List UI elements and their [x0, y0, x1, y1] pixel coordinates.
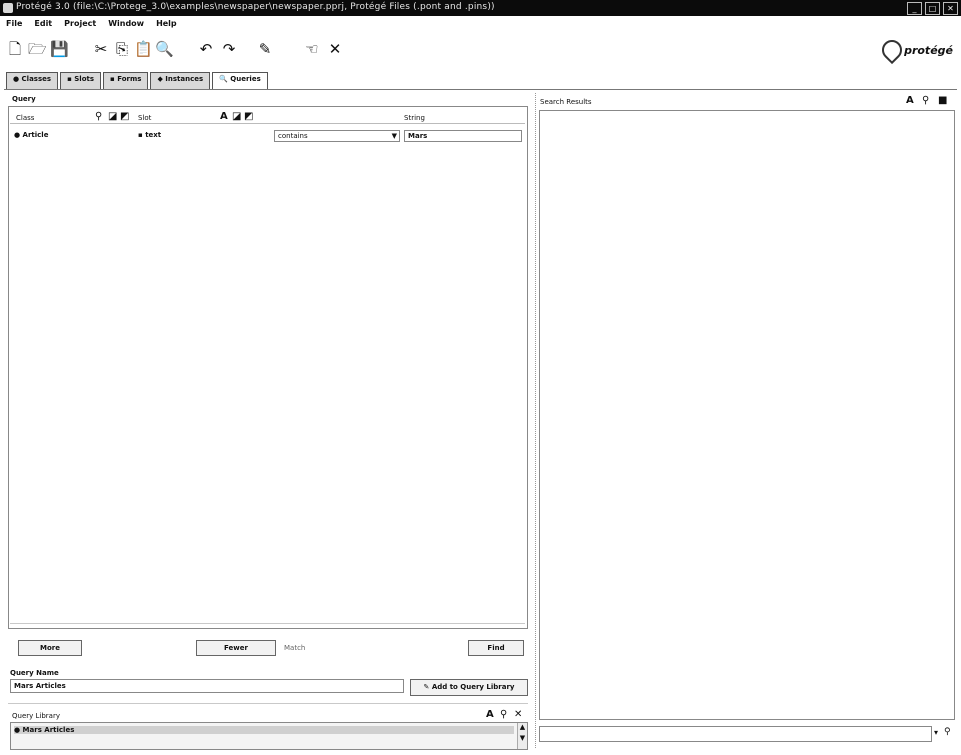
menu-file[interactable]: File: [6, 19, 22, 33]
scroll-down-icon: ▼: [519, 734, 526, 742]
add-slot-icon[interactable]: ◪: [232, 112, 241, 122]
tab-instances[interactable]: ◆ Instances: [150, 72, 211, 89]
protege-logo-text: protégé: [904, 43, 953, 57]
toolbar: 🗋 🗁 💾 ✂ ⎘ 📋 🔍 ↶ ↷ ✎ ☜ ✕ protégé: [0, 34, 961, 65]
tab-slots[interactable]: ▪ Slots: [60, 72, 102, 89]
class-column-header: Class: [16, 114, 35, 122]
copy-icon[interactable]: ⎘: [113, 40, 131, 58]
tab-divider: [4, 89, 957, 90]
tab-label: Classes: [21, 75, 52, 83]
query-library-label: Query Library: [12, 712, 60, 720]
tab-label: Forms: [117, 75, 142, 83]
query-panel: [8, 106, 528, 629]
slots-tab-icon: ▪: [67, 75, 72, 83]
add-to-library-label: Add to Query Library: [431, 683, 515, 691]
search-results-list[interactable]: [539, 110, 955, 720]
open-icon[interactable]: 🗁: [28, 40, 47, 58]
string-column-header: String: [404, 114, 425, 122]
add-to-query-library-button[interactable]: ✎ Add to Query Library: [410, 679, 528, 696]
tab-label: Instances: [165, 75, 204, 83]
redo-icon[interactable]: ↷: [220, 40, 238, 58]
results-dropdown-icon[interactable]: ▾: [934, 728, 938, 737]
forms-tab-icon: ▪: [110, 75, 115, 83]
search-results-label: Search Results: [540, 98, 592, 106]
window-title: Protégé 3.0 (file:\C:\Protege_3.0\exampl…: [16, 2, 495, 12]
undo-icon[interactable]: ↶: [197, 40, 215, 58]
view-result-icon[interactable]: A: [906, 96, 914, 106]
class-value: Article: [22, 131, 49, 139]
minimize-button[interactable]: _: [907, 2, 922, 15]
query-library-item[interactable]: ● Mars Articles: [14, 726, 514, 734]
protege-logo: protégé: [877, 35, 953, 65]
tab-forms[interactable]: ▪ Forms: [103, 72, 149, 89]
view-query-icon[interactable]: A: [486, 710, 494, 720]
find-icon[interactable]: 🔍: [155, 40, 174, 58]
remove-class-icon[interactable]: ◩: [120, 112, 129, 122]
find-button[interactable]: Find: [468, 640, 524, 656]
menu-help[interactable]: Help: [156, 19, 177, 33]
save-icon[interactable]: 💾: [50, 40, 69, 58]
filter-icon[interactable]: ⚲: [922, 96, 929, 106]
tab-label: Slots: [74, 75, 95, 83]
query-name-field[interactable]: Mars Articles: [10, 679, 404, 693]
view-class-icon[interactable]: ⚲: [95, 112, 102, 122]
query-header-row: Class ⚲ ◪ ◩ Slot A ◪ ◩ String: [10, 112, 525, 124]
remove-slot-icon[interactable]: ◩: [244, 112, 253, 122]
query-name-label: Query Name: [10, 669, 59, 677]
protege-logo-mark-icon: [877, 35, 907, 65]
operator-select[interactable]: contains ▼: [274, 130, 400, 142]
maximize-button[interactable]: □: [925, 2, 940, 15]
query-label: Query: [12, 95, 36, 103]
fewer-button[interactable]: Fewer: [196, 640, 276, 656]
query-name-separator: [8, 703, 528, 704]
library-icon: ✎: [423, 683, 430, 691]
pane-splitter[interactable]: [535, 93, 538, 748]
queries-tab-icon: 🔍: [219, 75, 228, 83]
instances-tab-icon: ◆: [157, 75, 163, 83]
tab-classes[interactable]: ● Classes: [6, 72, 59, 89]
menu-bar: File Edit Project Window Help: [0, 19, 961, 33]
classes-tab-icon: ●: [13, 75, 20, 83]
delete-query-icon[interactable]: ✕: [514, 710, 522, 720]
results-menu-icon[interactable]: ■: [938, 96, 947, 106]
query-row: ● Article ▪ text contains ▼ Mars: [10, 128, 525, 142]
query-library-list: ● Mars Articles ▲ ▼: [10, 722, 528, 750]
scroll-up-icon: ▲: [519, 723, 526, 731]
chevron-down-icon: ▼: [391, 132, 397, 140]
close-icon[interactable]: ✕: [326, 40, 344, 58]
more-button[interactable]: More: [18, 640, 82, 656]
tab-label: Queries: [230, 75, 261, 83]
configure-icon[interactable]: ✎: [256, 40, 274, 58]
close-window-button[interactable]: ✕: [943, 2, 958, 15]
match-label: Match: [284, 644, 306, 652]
cut-icon[interactable]: ✂: [92, 40, 110, 58]
add-class-icon[interactable]: ◪: [108, 112, 117, 122]
results-find-icon[interactable]: ⚲: [944, 727, 951, 737]
value-field[interactable]: Mars: [404, 130, 522, 142]
query-library-scrollbar[interactable]: ▲ ▼: [517, 723, 527, 749]
view-slot-icon[interactable]: A: [220, 112, 228, 122]
tab-queries[interactable]: 🔍 Queries: [212, 72, 268, 89]
slot-cell[interactable]: ▪ text: [138, 131, 161, 139]
slot-column-header: Slot: [138, 114, 152, 122]
menu-window[interactable]: Window: [108, 19, 144, 33]
results-find-field[interactable]: [539, 726, 932, 742]
class-cell[interactable]: ● Article: [14, 131, 48, 139]
slot-value: text: [145, 131, 162, 139]
menu-project[interactable]: Project: [64, 19, 96, 33]
app-icon: [3, 3, 13, 13]
retrieve-query-icon[interactable]: ⚲: [500, 710, 507, 720]
query-library-item-label: Mars Articles: [22, 726, 75, 734]
hand-icon[interactable]: ☜: [303, 40, 321, 58]
paste-icon[interactable]: 📋: [134, 40, 153, 58]
new-icon[interactable]: 🗋: [6, 40, 24, 58]
menu-edit[interactable]: Edit: [34, 19, 52, 33]
operator-value: contains: [278, 132, 308, 140]
query-separator: [10, 623, 525, 624]
title-bar: Protégé 3.0 (file:\C:\Protege_3.0\exampl…: [0, 0, 961, 16]
tab-strip: ● Classes ▪ Slots ▪ Forms ◆ Instances 🔍 …: [6, 72, 268, 89]
